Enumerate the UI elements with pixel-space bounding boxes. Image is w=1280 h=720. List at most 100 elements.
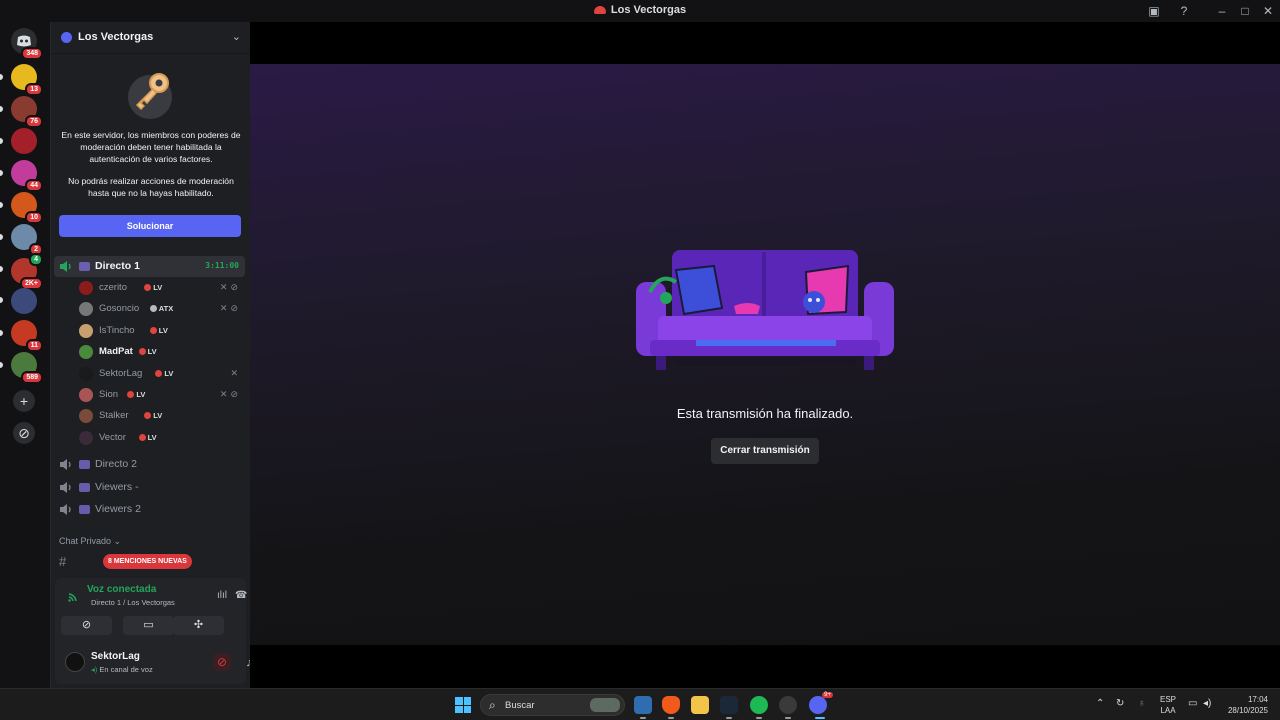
- unread-pip: [0, 362, 3, 368]
- voice-channel[interactable]: Viewers 2: [54, 499, 245, 520]
- disconnect-icon[interactable]: ☎: [235, 590, 247, 601]
- avatar[interactable]: [65, 652, 85, 672]
- screen-share-button[interactable]: ▭: [123, 616, 174, 635]
- channel-label: Directo 2: [95, 458, 138, 470]
- server-icon-10[interactable]: 589: [11, 352, 43, 384]
- hash-icon: #: [59, 554, 67, 569]
- add-server-icon[interactable]: +: [13, 390, 35, 412]
- fix-button[interactable]: Solucionar: [59, 215, 241, 237]
- channel-emoji-icon: [79, 460, 90, 469]
- windows-start-icon[interactable]: [455, 697, 471, 713]
- home-badge: 348: [21, 47, 43, 60]
- user-name: SektorLag: [91, 651, 140, 662]
- speaker-icon: [60, 459, 71, 470]
- server-icon-9[interactable]: 11: [11, 320, 43, 352]
- speaker-icon: [60, 504, 71, 516]
- voice-status[interactable]: Voz conectada: [87, 584, 156, 595]
- server-icon-7[interactable]: 2K+ 4: [11, 253, 43, 290]
- clan-tag: LV: [139, 433, 157, 442]
- photos-app-icon[interactable]: [634, 696, 652, 714]
- clock-time: 17:04: [1247, 695, 1268, 704]
- obs-icon[interactable]: [779, 696, 797, 714]
- avatar: [79, 430, 93, 445]
- user-status: ◂) En canal de voz: [91, 665, 153, 674]
- voice-channel[interactable]: Directo 2: [54, 454, 245, 475]
- stream-ended-message: Esta transmisión ha finalizado.: [676, 406, 854, 421]
- taskbar-search[interactable]: ⌕ Buscar: [480, 694, 625, 716]
- mic-icon[interactable]: ♁: [1138, 698, 1146, 709]
- avatar: [79, 281, 93, 295]
- search-icon: ⌕: [489, 698, 496, 712]
- camera-off-button[interactable]: ⊘: [61, 616, 112, 635]
- avatar: [79, 366, 93, 381]
- speaker-icon: [60, 481, 71, 493]
- server-icon-5[interactable]: 10: [11, 192, 43, 224]
- volume-icon[interactable]: ◂): [1203, 698, 1211, 709]
- inbox-icon[interactable]: ▣: [1146, 3, 1162, 19]
- voice-channel[interactable]: Viewers -: [54, 477, 245, 498]
- server-header[interactable]: Los Vectorgas ⌄: [51, 22, 251, 54]
- mute-icon[interactable]: ⊘: [213, 653, 231, 671]
- close-stream-button[interactable]: Cerrar transmisión: [711, 438, 819, 464]
- category-chat-privado[interactable]: Chat Privado ⌄: [59, 536, 121, 547]
- discord-taskbar-icon[interactable]: 9+: [809, 692, 833, 714]
- title-bar: Los Vectorgas ▣ ? – □ ✕: [0, 0, 1280, 22]
- voice-user[interactable]: czerito LV ✕⊘: [77, 278, 245, 298]
- channel-emoji-icon: [79, 505, 90, 515]
- voice-user[interactable]: MadPat LV: [77, 342, 245, 362]
- channel-label: Viewers -: [95, 480, 139, 493]
- search-label: Buscar: [505, 700, 535, 711]
- clan-tag: LV: [150, 326, 168, 335]
- voice-user[interactable]: Sion LV ✕⊘: [77, 385, 245, 405]
- server-badge-top: 4: [29, 253, 43, 266]
- maximize-button[interactable]: □: [1237, 3, 1253, 19]
- network-icon[interactable]: ▭: [1188, 698, 1197, 709]
- server-icon-3[interactable]: [11, 128, 37, 154]
- close-window-button[interactable]: ✕: [1260, 3, 1276, 19]
- brave-browser-icon[interactable]: [662, 696, 680, 714]
- user-name: Sion: [99, 389, 119, 400]
- explore-icon[interactable]: ⊘: [13, 422, 35, 444]
- channel-directo-1[interactable]: Directo 1 3:11:00: [54, 256, 245, 277]
- search-highlight-image: [590, 698, 620, 712]
- file-explorer-icon[interactable]: [691, 696, 709, 714]
- voice-user[interactable]: Stalker LV: [77, 406, 245, 426]
- minimize-button[interactable]: –: [1214, 3, 1230, 19]
- connection-icon[interactable]: [68, 590, 80, 602]
- server-icon-4[interactable]: 44: [11, 160, 43, 192]
- server-icon-2[interactable]: 76: [11, 96, 43, 128]
- steam-icon[interactable]: [720, 696, 738, 714]
- muted-deafened-icon: ✕⊘: [219, 282, 241, 292]
- voice-user[interactable]: IsTincho LV: [77, 321, 245, 341]
- server-badge: 589: [21, 371, 43, 384]
- muted-deafened-icon: ✕⊘: [219, 303, 241, 314]
- server-icon-1[interactable]: 13: [11, 64, 43, 96]
- avatar: [79, 323, 93, 338]
- user-name: czerito: [99, 282, 127, 293]
- noise-suppression-icon[interactable]: ılıl: [217, 590, 227, 601]
- spotify-icon[interactable]: [750, 696, 768, 714]
- user-name: SektorLag: [99, 367, 143, 379]
- chevron-up-icon[interactable]: ⌃: [1096, 698, 1104, 709]
- server-icon-8[interactable]: [11, 288, 37, 314]
- server-badge: 11: [25, 339, 43, 352]
- home-button[interactable]: 348: [11, 28, 43, 60]
- channel-sidebar: Los Vectorgas ⌄ En este servidor, los mi…: [50, 22, 281, 688]
- language-indicator[interactable]: ESP LAA: [1160, 694, 1176, 716]
- activities-button[interactable]: ✣: [173, 616, 224, 635]
- server-badge: 76: [25, 115, 43, 128]
- unread-pip: [0, 297, 3, 303]
- couch-illustration: [636, 250, 894, 370]
- user-name: MadPat: [99, 346, 133, 358]
- speaker-icon: [60, 261, 71, 272]
- voice-user[interactable]: Gosoncio ATX ✕⊘: [77, 299, 245, 319]
- channel-emoji-icon: [79, 262, 90, 271]
- server-icon-6[interactable]: 2: [11, 224, 43, 256]
- sync-icon[interactable]: ↻: [1116, 698, 1124, 709]
- help-icon[interactable]: ?: [1176, 3, 1192, 19]
- voice-user[interactable]: Vector LV: [77, 428, 245, 448]
- new-mentions-badge[interactable]: 8 MENCIONES NUEVAS: [103, 554, 192, 569]
- voice-user[interactable]: SektorLag LV ✕: [77, 364, 245, 384]
- clan-tag: ATX: [150, 304, 173, 313]
- taskbar-clock[interactable]: 17:04 28/10/2025: [1228, 694, 1268, 716]
